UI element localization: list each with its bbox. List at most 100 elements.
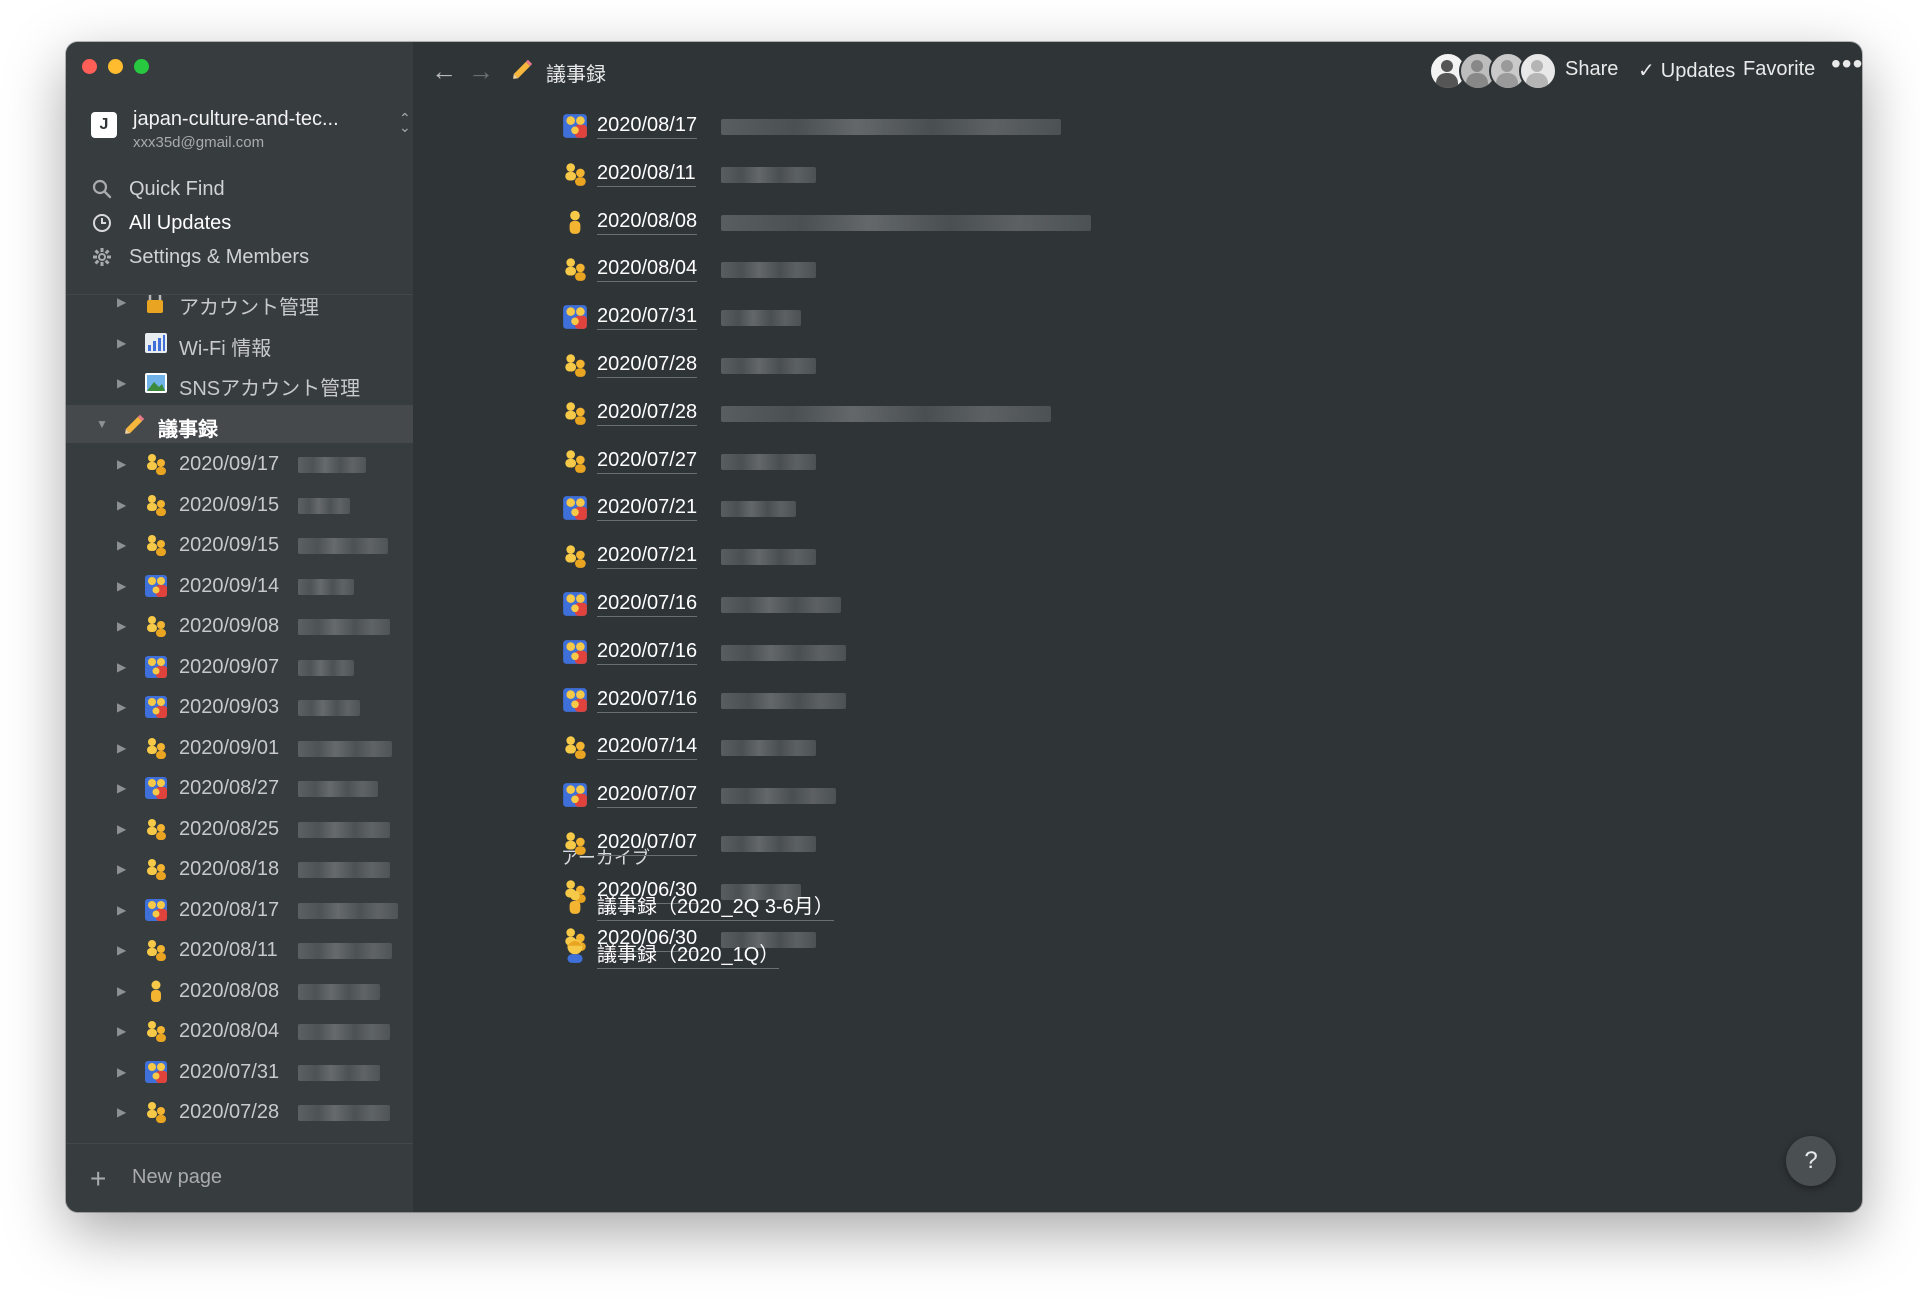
archive-link-label[interactable]: 議事録（2020_1Q） <box>597 938 780 969</box>
expand-triangle-icon[interactable]: ▶ <box>117 781 126 795</box>
expand-triangle-icon[interactable]: ▶ <box>117 741 126 755</box>
sidebar-subpage-item[interactable]: ▶ 2020/07/31 <box>66 1053 413 1091</box>
page-link-label[interactable]: 2020/07/07 <box>597 831 698 856</box>
page-link-row[interactable]: 2020/08/04 <box>561 249 1161 289</box>
expand-triangle-icon[interactable]: ▶ <box>117 498 126 512</box>
help-button[interactable]: ? <box>1786 1136 1836 1186</box>
expand-triangle-icon[interactable]: ▶ <box>117 660 126 674</box>
sidebar-page-item[interactable]: ▶ SNSアカウント管理 <box>66 364 413 402</box>
expand-triangle-icon[interactable]: ▶ <box>117 1024 126 1038</box>
page-link-label[interactable]: 2020/07/21 <box>597 544 698 570</box>
sidebar-subpage-item[interactable]: ▶ 2020/08/27 <box>66 769 413 807</box>
expand-triangle-icon[interactable]: ▶ <box>117 457 126 471</box>
sidebar-subpage-item[interactable]: ▶ 2020/09/15 <box>66 526 413 564</box>
page-link-label[interactable]: 2020/08/08 <box>597 210 698 235</box>
page-link-row[interactable]: 2020/07/21 <box>561 488 1161 528</box>
sidebar-subpage-item[interactable]: ▶ 2020/09/07 <box>66 648 413 686</box>
expand-triangle-icon[interactable]: ▶ <box>117 903 126 917</box>
page-link-row[interactable]: 2020/07/28 <box>561 393 1161 433</box>
page-link-label[interactable]: 2020/07/31 <box>597 305 698 331</box>
archive-link-row[interactable]: 議事録（2020_2Q 3-6月） <box>561 882 1161 922</box>
more-options-icon[interactable]: ••• <box>1831 48 1862 80</box>
expand-triangle-icon[interactable]: ▶ <box>117 984 126 998</box>
page-link-row[interactable]: 2020/07/16 <box>561 584 1161 624</box>
page-link-label[interactable]: 2020/08/04 <box>597 257 698 283</box>
collapse-triangle-icon[interactable]: ▼ <box>96 417 108 431</box>
page-link-row[interactable]: 2020/07/07 <box>561 775 1161 815</box>
expand-triangle-icon[interactable]: ▶ <box>117 700 126 714</box>
forward-arrow-icon[interactable]: → <box>468 56 494 87</box>
sidebar-subpage-item[interactable]: ▶ 2020/08/17 <box>66 891 413 929</box>
updates-button[interactable]: ✓ Updates <box>1638 58 1735 83</box>
page-link-row[interactable]: 2020/08/17 <box>561 106 1161 146</box>
quick-find-button[interactable]: Quick Find <box>91 172 391 206</box>
back-arrow-icon[interactable]: ← <box>431 56 457 87</box>
page-link-row[interactable]: 2020/07/16 <box>561 680 1161 720</box>
sidebar-subpage-item[interactable]: ▶ 2020/09/01 <box>66 729 413 767</box>
sidebar-subpage-item[interactable]: ▶ 2020/09/17 <box>66 445 413 483</box>
redacted-title <box>298 862 390 878</box>
page-link-label[interactable]: 2020/07/16 <box>597 592 698 617</box>
page-link-row[interactable]: 2020/07/21 <box>561 536 1161 576</box>
close-window-button[interactable] <box>82 59 97 74</box>
page-link-label[interactable]: 2020/07/16 <box>597 688 698 713</box>
page-link-row[interactable]: 2020/07/16 <box>561 632 1161 672</box>
sidebar-subpage-item[interactable]: ▶ 2020/08/08 <box>66 972 413 1010</box>
people-icon <box>565 832 586 855</box>
all-updates-button[interactable]: All Updates <box>91 206 391 240</box>
favorite-button[interactable]: Favorite <box>1743 58 1815 81</box>
page-link-row[interactable]: 2020/08/08 <box>561 202 1161 242</box>
page-link-label[interactable]: 2020/08/17 <box>597 114 698 139</box>
sidebar-page-item[interactable]: ▶ Wi-Fi 情報 <box>66 324 413 362</box>
sidebar-subpage-item[interactable]: ▶ 2020/08/04 <box>66 1012 413 1050</box>
sidebar-subpage-item[interactable]: ▶ 2020/08/11 <box>66 931 413 969</box>
sidebar-page-item[interactable]: ▶ アカウント管理 <box>66 295 413 321</box>
page-link-row[interactable]: 2020/08/11 <box>561 154 1161 194</box>
share-button[interactable]: Share <box>1565 58 1618 81</box>
redacted-title <box>298 740 392 757</box>
sidebar-subpage-item[interactable]: ▶ 2020/08/18 <box>66 850 413 888</box>
redacted-title <box>721 214 1091 231</box>
page-link-row[interactable]: 2020/07/31 <box>561 297 1161 337</box>
sidebar-subpage-item[interactable]: ▶ 2020/08/25 <box>66 810 413 848</box>
expand-triangle-icon[interactable]: ▶ <box>117 1065 126 1079</box>
expand-triangle-icon[interactable]: ▶ <box>117 579 126 593</box>
archive-link-label[interactable]: 議事録（2020_2Q 3-6月） <box>597 890 834 921</box>
new-page-button[interactable]: + New page <box>66 1143 413 1212</box>
expand-triangle-icon[interactable]: ▶ <box>117 336 126 350</box>
sidebar-subpage-item[interactable]: ▶ 2020/09/15 <box>66 486 413 524</box>
expand-triangle-icon[interactable]: ▶ <box>117 376 126 390</box>
sidebar-item-label: 2020/09/15 <box>179 493 280 516</box>
page-link-row[interactable]: 2020/07/28 <box>561 345 1161 385</box>
workspace-switcher[interactable]: J japan-culture-and-tec... xxx35d@gmail.… <box>91 102 411 158</box>
settings-members-button[interactable]: Settings & Members <box>91 240 391 274</box>
expand-triangle-icon[interactable]: ▶ <box>117 1105 126 1119</box>
page-link-row[interactable]: 2020/07/14 <box>561 727 1161 767</box>
sidebar-subpage-item[interactable]: ▶ 2020/07/28 <box>66 1093 413 1131</box>
page-link-label[interactable]: 2020/07/28 <box>597 401 698 426</box>
zoom-window-button[interactable] <box>134 59 149 74</box>
page-link-label[interactable]: 2020/07/27 <box>597 449 698 474</box>
page-link-row[interactable]: 2020/07/07 <box>561 823 1161 863</box>
sidebar-item-minutes[interactable]: ▼ 議事録 <box>66 404 413 443</box>
page-link-label[interactable]: 2020/07/07 <box>597 783 698 809</box>
sidebar-subpage-item[interactable]: ▶ 2020/09/14 <box>66 567 413 605</box>
breadcrumb-title[interactable]: 議事録 <box>546 58 606 87</box>
page-link-row[interactable]: 2020/07/27 <box>561 441 1161 481</box>
expand-triangle-icon[interactable]: ▶ <box>117 822 126 836</box>
minimize-window-button[interactable] <box>108 59 123 74</box>
page-link-label[interactable]: 2020/07/16 <box>597 640 698 665</box>
expand-triangle-icon[interactable]: ▶ <box>117 619 126 633</box>
sidebar-subpage-item[interactable]: ▶ 2020/09/03 <box>66 688 413 726</box>
expand-triangle-icon[interactable]: ▶ <box>117 295 126 309</box>
sidebar-subpage-item[interactable]: ▶ 2020/09/08 <box>66 607 413 645</box>
page-link-label[interactable]: 2020/07/28 <box>597 353 698 378</box>
page-link-label[interactable]: 2020/07/14 <box>597 735 698 761</box>
expand-triangle-icon[interactable]: ▶ <box>117 538 126 552</box>
expand-triangle-icon[interactable]: ▶ <box>117 862 126 876</box>
expand-triangle-icon[interactable]: ▶ <box>117 943 126 957</box>
page-link-label[interactable]: 2020/08/11 <box>597 162 696 187</box>
archive-link-row[interactable]: 議事録（2020_1Q） <box>561 930 1161 970</box>
page-link-label[interactable]: 2020/07/21 <box>597 496 698 522</box>
collaborator-avatars[interactable] <box>1429 52 1557 90</box>
